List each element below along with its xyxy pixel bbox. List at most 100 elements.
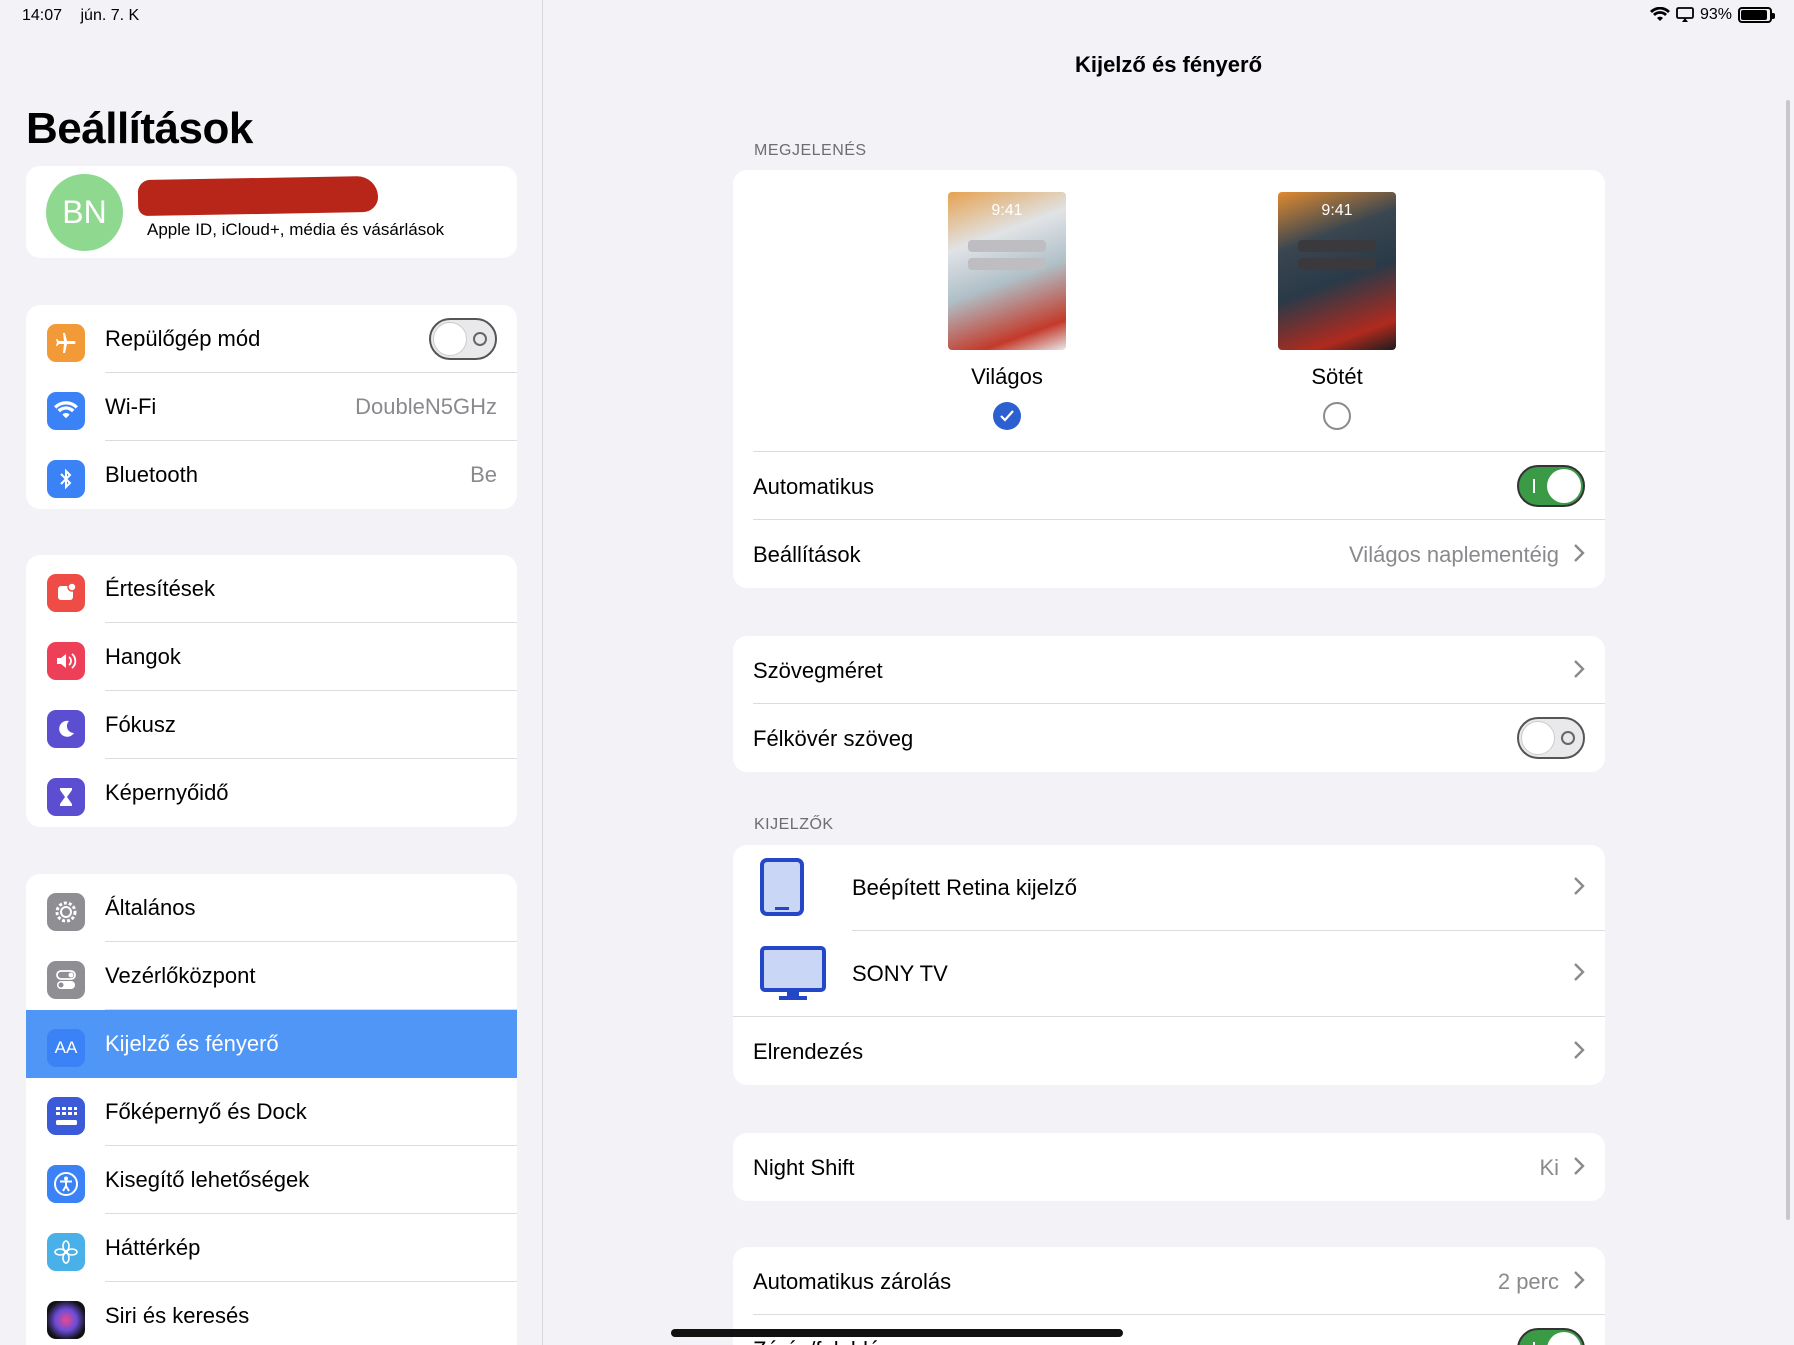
theme-dark-radio[interactable] — [1323, 402, 1351, 430]
lock-unlock-label: Zárás/feloldás — [753, 1337, 891, 1345]
general-group: Általános Vezérlőközpont AA Kijelző és f… — [26, 874, 517, 1345]
auto-lock-row[interactable]: Automatikus zárolás 2 perc — [733, 1247, 1605, 1315]
night-shift-row[interactable]: Night Shift Ki — [733, 1133, 1605, 1201]
bluetooth-icon — [47, 460, 85, 498]
wifi-network-name: DoubleN5GHz — [355, 394, 497, 419]
light-theme-preview: 9:41 — [948, 192, 1066, 350]
connectivity-group: Repülőgép mód Wi-Fi DoubleN5GHz Bluetoot… — [26, 305, 517, 509]
siri-icon — [47, 1301, 85, 1339]
battery-percent: 93% — [1699, 6, 1732, 23]
text-size-label: Szövegméret — [753, 658, 883, 683]
preview-time: 9:41 — [1321, 202, 1353, 219]
bell-icon — [47, 574, 85, 612]
hourglass-icon — [47, 778, 85, 816]
arrangement-label: Elrendezés — [753, 1039, 864, 1064]
ipad-icon — [760, 858, 804, 916]
status-time: 14:07 — [22, 7, 63, 24]
sidebar-item-notifications[interactable]: Értesítések — [26, 555, 517, 623]
profile-card[interactable]: BN Apple ID, iCloud+, média és vásárláso… — [26, 166, 517, 258]
sidebar-item-siri-search[interactable]: Siri és keresés — [26, 1282, 517, 1345]
appearance-options-row[interactable]: Beállítások Világos naplementéig — [733, 520, 1605, 588]
night-shift-card: Night Shift Ki — [733, 1133, 1605, 1201]
appearance-card: 9:41 Világos 9:41 Sötét Automatikus Beál… — [733, 170, 1605, 588]
chevron-right-icon — [1574, 1271, 1585, 1289]
sidebar-item-label: Általános — [105, 895, 196, 920]
preview-bar — [968, 258, 1046, 270]
preview-bar — [1298, 240, 1376, 252]
dark-theme-preview: 9:41 — [1278, 192, 1396, 350]
sidebar-item-label: Hangok — [105, 644, 181, 669]
preview-time: 9:41 — [991, 202, 1023, 219]
sidebar-item-control-center[interactable]: Vezérlőközpont — [26, 942, 517, 1010]
sidebar-item-label: Siri és keresés — [105, 1303, 250, 1328]
automatic-label: Automatikus — [753, 474, 875, 499]
grid-icon — [47, 1097, 85, 1135]
theme-dark-option[interactable]: 9:41 Sötét — [1277, 192, 1397, 430]
wifi-status-icon — [1649, 7, 1670, 21]
appearance-section-header: MEGJELENÉS — [754, 142, 867, 159]
displays-section-header: KIJELZŐK — [754, 816, 834, 833]
wifi-icon — [47, 392, 85, 430]
gear-icon — [47, 893, 85, 931]
bold-text-label: Félkövér szöveg — [753, 726, 914, 751]
page-title: Kijelző és fényerő — [1074, 52, 1263, 77]
chevron-right-icon — [1574, 1041, 1585, 1059]
sidebar-item-accessibility[interactable]: Kisegítő lehetőségek — [26, 1146, 517, 1214]
screen-mirroring-icon — [1676, 7, 1694, 22]
text-card: Szövegméret Félkövér szöveg — [733, 636, 1605, 772]
sidebar-item-wallpaper[interactable]: Háttérkép — [26, 1214, 517, 1282]
theme-light-label: Világos — [971, 364, 1043, 389]
sidebar-item-bluetooth[interactable]: Bluetooth Be — [26, 441, 517, 509]
status-date: jún. 7. K — [80, 7, 140, 24]
sidebar-item-display-brightness[interactable]: AA Kijelző és fényerő — [26, 1010, 517, 1078]
sidebar-item-label: Vezérlőközpont — [105, 963, 256, 988]
scrollbar[interactable] — [1786, 100, 1790, 1220]
theme-light-radio[interactable] — [993, 402, 1021, 430]
arrangement-row[interactable]: Elrendezés — [733, 1017, 1605, 1085]
bold-text-toggle[interactable] — [1517, 717, 1585, 759]
sidebar-item-home-screen-dock[interactable]: Főképernyő és Dock — [26, 1078, 517, 1146]
text-size-row[interactable]: Szövegméret — [733, 636, 1605, 704]
night-shift-label: Night Shift — [753, 1155, 855, 1180]
preview-bar — [1298, 258, 1376, 270]
switches-icon — [47, 961, 85, 999]
theme-dark-label: Sötét — [1311, 364, 1363, 389]
display-builtin-label: Beépített Retina kijelző — [852, 875, 1078, 900]
sidebar-item-label: Fókusz — [105, 712, 176, 737]
airplane-mode-toggle[interactable] — [429, 318, 497, 360]
sidebar-item-label: Repülőgép mód — [105, 326, 261, 351]
sidebar-item-sounds[interactable]: Hangok — [26, 623, 517, 691]
monitor-icon — [760, 946, 826, 1000]
sidebar-title: Beállítások — [26, 104, 253, 153]
aa-icon: AA — [47, 1029, 85, 1067]
sidebar-item-airplane-mode[interactable]: Repülőgép mód — [26, 305, 517, 373]
display-sony-tv-label: SONY TV — [852, 961, 948, 986]
sidebar-item-focus[interactable]: Fókusz — [26, 691, 517, 759]
sidebar-item-label: Értesítések — [105, 576, 216, 601]
notifications-group: Értesítések Hangok Fókusz Képernyőidő — [26, 555, 517, 827]
accessibility-icon — [47, 1165, 85, 1203]
airplane-icon — [47, 324, 85, 362]
sidebar-item-screen-time[interactable]: Képernyőidő — [26, 759, 517, 827]
sidebar: Beállítások BN Apple ID, iCloud+, média … — [0, 0, 543, 1345]
sidebar-item-label: Bluetooth — [105, 462, 198, 487]
chevron-right-icon — [1574, 877, 1585, 895]
home-indicator[interactable] — [671, 1329, 1123, 1337]
sidebar-item-label: Kijelző és fényerő — [105, 1031, 279, 1056]
sidebar-item-wifi[interactable]: Wi-Fi DoubleN5GHz — [26, 373, 517, 441]
sidebar-item-label: Háttérkép — [105, 1235, 201, 1260]
options-label: Beállítások — [753, 542, 861, 567]
moon-icon — [47, 710, 85, 748]
display-builtin-row[interactable]: Beépített Retina kijelző — [733, 845, 1605, 931]
chevron-right-icon — [1574, 1157, 1585, 1175]
bold-text-row: Félkövér szöveg — [733, 704, 1605, 772]
display-sony-tv-row[interactable]: SONY TV — [733, 931, 1605, 1017]
lock-unlock-toggle[interactable] — [1517, 1328, 1585, 1345]
sidebar-item-label: Kisegítő lehetőségek — [105, 1167, 310, 1192]
automatic-toggle[interactable] — [1517, 465, 1585, 507]
bluetooth-status: Be — [470, 462, 497, 487]
theme-light-option[interactable]: 9:41 Világos — [947, 192, 1067, 430]
main-panel: Kijelző és fényerő MEGJELENÉS 9:41 Világ… — [543, 0, 1794, 1345]
sidebar-item-general[interactable]: Általános — [26, 874, 517, 942]
chevron-right-icon — [1574, 963, 1585, 981]
